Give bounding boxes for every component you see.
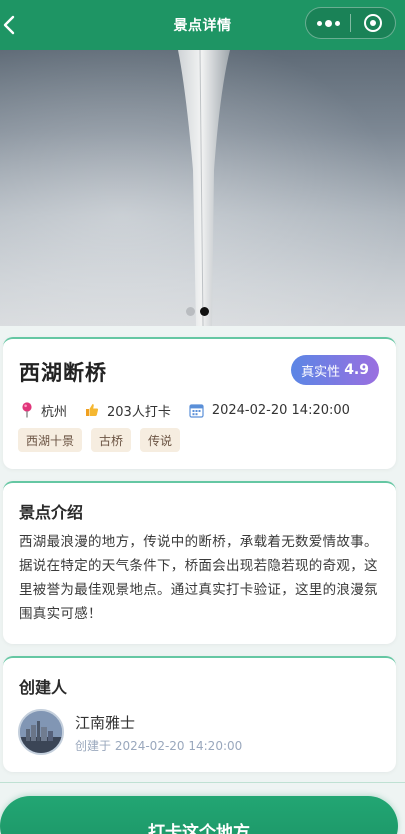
intro-title: 景点介绍 — [19, 503, 84, 522]
location-meta: 杭州 — [21, 401, 67, 420]
thumbs-up-icon — [85, 403, 99, 417]
mini-program-capsule — [305, 7, 396, 39]
authenticity-badge: 真实性 4.9 — [291, 355, 379, 385]
authenticity-score: 4.9 — [344, 362, 369, 378]
more-button[interactable] — [306, 8, 350, 38]
close-mini-program-button[interactable] — [351, 8, 395, 38]
checkin-count-text: 203人打卡 — [107, 404, 171, 420]
section-divider — [0, 782, 405, 783]
page-title: 景点详情 — [173, 18, 232, 34]
tag-chip[interactable]: 古桥 — [91, 428, 132, 452]
chevron-left-icon — [3, 15, 15, 35]
carousel-dot-active[interactable] — [200, 307, 209, 316]
spot-tags: 西湖十景 古桥 传说 — [18, 428, 181, 452]
intro-text: 西湖最浪漫的地方，传说中的断桥，承载着无数爱情故事。据说在特定的天气条件下，桥面… — [19, 534, 378, 622]
spot-image-carousel[interactable] — [0, 50, 405, 326]
target-circle-icon — [364, 14, 382, 32]
calendar-icon — [189, 403, 204, 418]
creator-card: 创建人 江南雅士 创建于 2024-02-20 14:20:00 — [3, 656, 396, 772]
top-navbar: 景点详情 — [0, 0, 405, 50]
location-text: 杭州 — [41, 404, 68, 420]
creator-created-time: 创建于 2024-02-20 14:20:00 — [75, 739, 243, 753]
spot-meta: 杭州 203人打卡 2024-02-20 14:20:00 — [21, 400, 368, 420]
creator-title: 创建人 — [19, 678, 68, 697]
carousel-dot[interactable] — [186, 307, 195, 316]
spot-name: 西湖断桥 — [19, 361, 107, 385]
checkin-count-meta: 203人打卡 — [85, 401, 171, 420]
tag-chip[interactable]: 西湖十景 — [18, 428, 83, 452]
carousel-indicator — [186, 307, 209, 316]
creator-name[interactable]: 江南雅士 — [75, 712, 135, 733]
tower-photo — [0, 50, 405, 326]
checkin-button[interactable]: 打卡这个地方 — [0, 796, 398, 834]
authenticity-label: 真实性 — [301, 364, 341, 380]
pin-icon — [21, 402, 33, 418]
tag-chip[interactable]: 传说 — [140, 428, 181, 452]
spot-info-card: 西湖断桥 真实性 4.9 杭州 203人打卡 2024-02-20 14:20:… — [3, 337, 396, 469]
back-button[interactable] — [0, 13, 18, 37]
created-time-text: 2024-02-20 14:20:00 — [211, 402, 350, 418]
created-time-meta: 2024-02-20 14:20:00 — [189, 403, 350, 418]
spot-intro-card: 景点介绍 西湖最浪漫的地方，传说中的断桥，承载着无数爱情故事。据说在特定的天气条… — [3, 481, 396, 644]
avatar[interactable] — [18, 709, 64, 755]
more-dots-icon — [316, 19, 340, 27]
